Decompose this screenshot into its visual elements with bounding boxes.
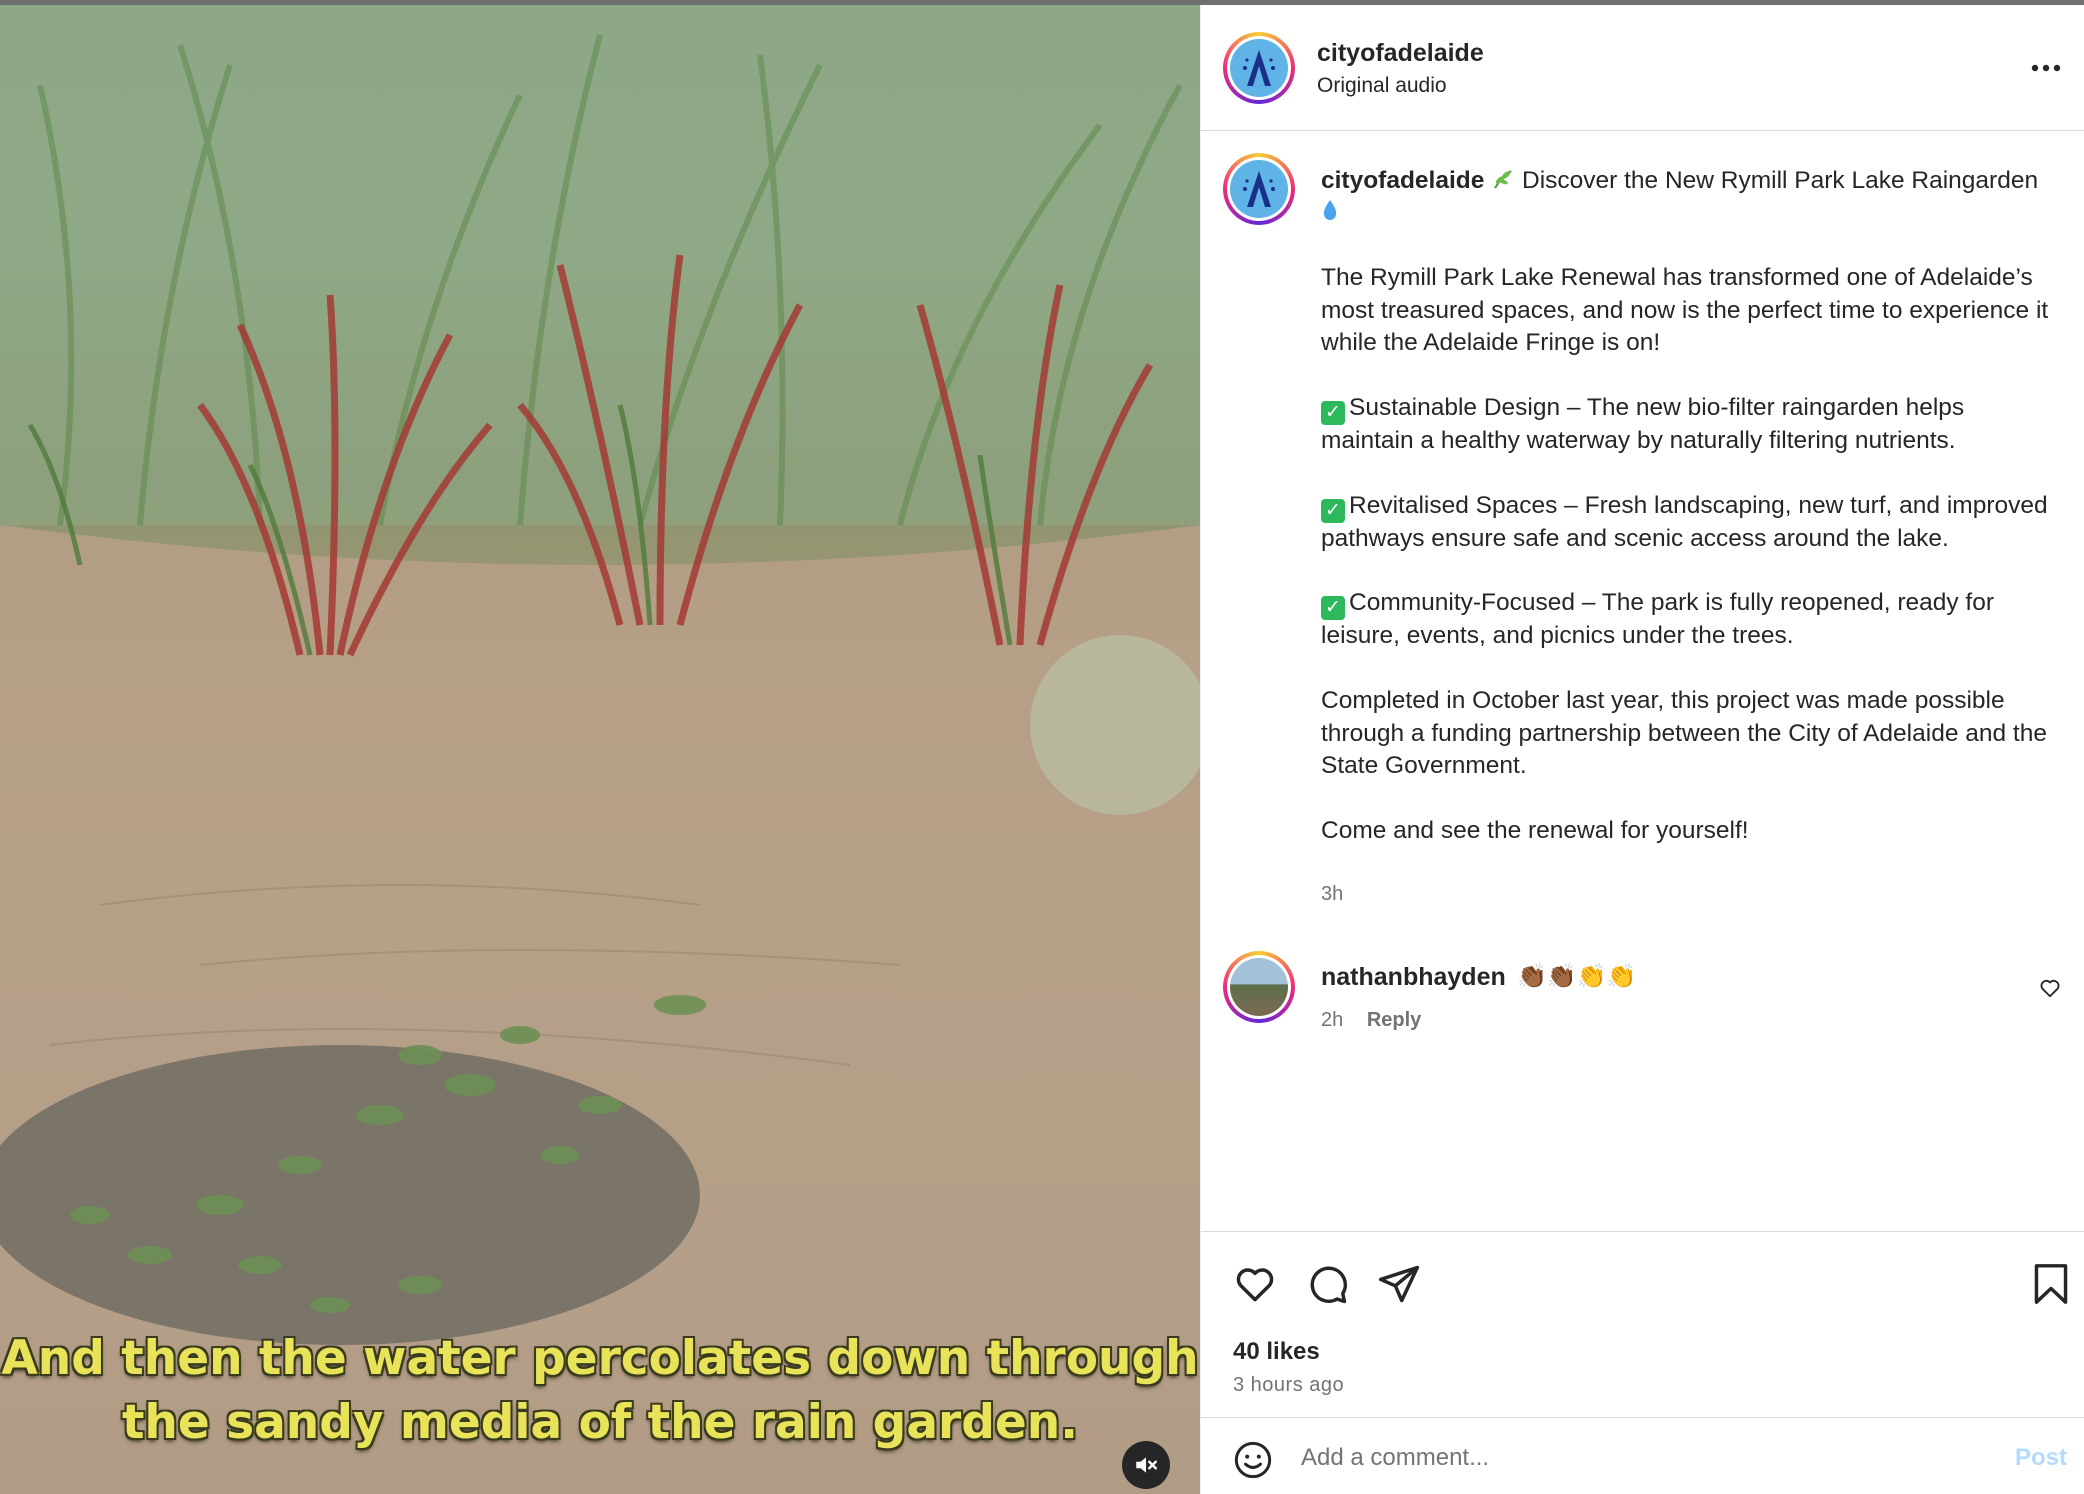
likes-count[interactable]: 40 likes xyxy=(1233,1338,1320,1366)
caption-timestamp[interactable]: 3h xyxy=(1321,883,1343,906)
bookmark-icon xyxy=(2034,1264,2068,1304)
audio-label[interactable]: Original audio xyxy=(1317,74,1447,98)
adelaide-logo-icon xyxy=(1243,171,1275,207)
post-comment-button[interactable]: Post xyxy=(2015,1444,2067,1472)
check-mark-icon: ✓ xyxy=(1321,596,1345,621)
comment-timestamp[interactable]: 2h xyxy=(1321,1009,1343,1031)
like-button[interactable] xyxy=(1233,1262,1277,1311)
subtitle-line-1: And then the water percolates down throu… xyxy=(1,1331,1199,1386)
emoji-picker-button[interactable] xyxy=(1233,1440,1273,1485)
author-avatar[interactable] xyxy=(1223,32,1295,104)
smiley-face-icon xyxy=(1234,1441,1272,1479)
herb-emoji-icon xyxy=(1494,170,1512,189)
like-comment-button[interactable] xyxy=(2039,977,2061,1004)
mute-toggle-button[interactable] xyxy=(1122,1441,1170,1489)
more-horizontal-icon xyxy=(2031,64,2061,72)
caption-point-revitalised: Revitalised Spaces – Fresh landscaping, … xyxy=(1321,491,2048,552)
caption-point-community: Community-Focused – The park is fully re… xyxy=(1321,589,1995,650)
caption-text: cityofadelaide Discover the New Rymill P… xyxy=(1321,165,2061,880)
check-mark-icon: ✓ xyxy=(1321,400,1345,425)
post-actions: 40 likes 3 hours ago xyxy=(1201,1231,2084,1421)
add-comment-bar: Post xyxy=(1201,1417,2084,1494)
speaker-muted-icon xyxy=(1136,1457,1157,1473)
caption-paragraph-funding: Completed in October last year, this pro… xyxy=(1321,687,2047,780)
video-player[interactable]: And then the water percolates down throu… xyxy=(0,5,1200,1494)
heart-outline-icon xyxy=(1236,1268,1274,1302)
reply-button[interactable]: Reply xyxy=(1367,1009,1421,1031)
video-subtitle: And then the water percolates down throu… xyxy=(0,1327,1200,1455)
check-mark-icon: ✓ xyxy=(1321,498,1345,523)
post-panel: cityofadelaide Original audio cityofadel… xyxy=(1200,5,2084,1494)
comment-item: nathanbhayden 👏🏾👏🏾👏👏 2h Reply xyxy=(1201,951,2084,1061)
more-options-button[interactable] xyxy=(2031,51,2061,72)
heart-outline-icon xyxy=(2040,979,2060,998)
comment-button[interactable] xyxy=(1305,1262,1349,1311)
video-frame xyxy=(0,5,1200,1494)
comment-meta: 2h Reply xyxy=(1321,1009,1421,1032)
caption-paragraph-closing: Come and see the renewal for yourself! xyxy=(1321,816,1749,844)
paper-plane-icon xyxy=(1378,1265,1420,1303)
commenter-username[interactable]: nathanbhayden xyxy=(1321,963,1506,992)
speech-bubble-icon xyxy=(1310,1266,1348,1304)
post-header: cityofadelaide Original audio xyxy=(1201,5,2084,131)
author-username[interactable]: cityofadelaide xyxy=(1317,39,1484,68)
caption-author-avatar[interactable] xyxy=(1223,153,1295,225)
comment-text: 👏🏾👏🏾👏👏 xyxy=(1517,963,1637,990)
commenter-avatar[interactable] xyxy=(1223,951,1295,1023)
post-timestamp: 3 hours ago xyxy=(1233,1374,1345,1396)
save-button[interactable] xyxy=(2031,1262,2071,1311)
comment-input[interactable] xyxy=(1301,1436,1901,1480)
subtitle-line-2: the sandy media of the rain garden. xyxy=(121,1395,1079,1450)
caption-paragraph-intro: The Rymill Park Lake Renewal has transfo… xyxy=(1321,264,2049,357)
adelaide-logo-icon xyxy=(1243,50,1275,86)
droplet-emoji-icon xyxy=(1323,200,1337,221)
share-button[interactable] xyxy=(1377,1262,1421,1311)
caption-headline: Discover the New Rymill Park Lake Rainga… xyxy=(1522,167,2039,194)
caption-point-sustainable: Sustainable Design – The new bio-filter … xyxy=(1321,393,1965,454)
caption-username[interactable]: cityofadelaide xyxy=(1321,167,1484,194)
